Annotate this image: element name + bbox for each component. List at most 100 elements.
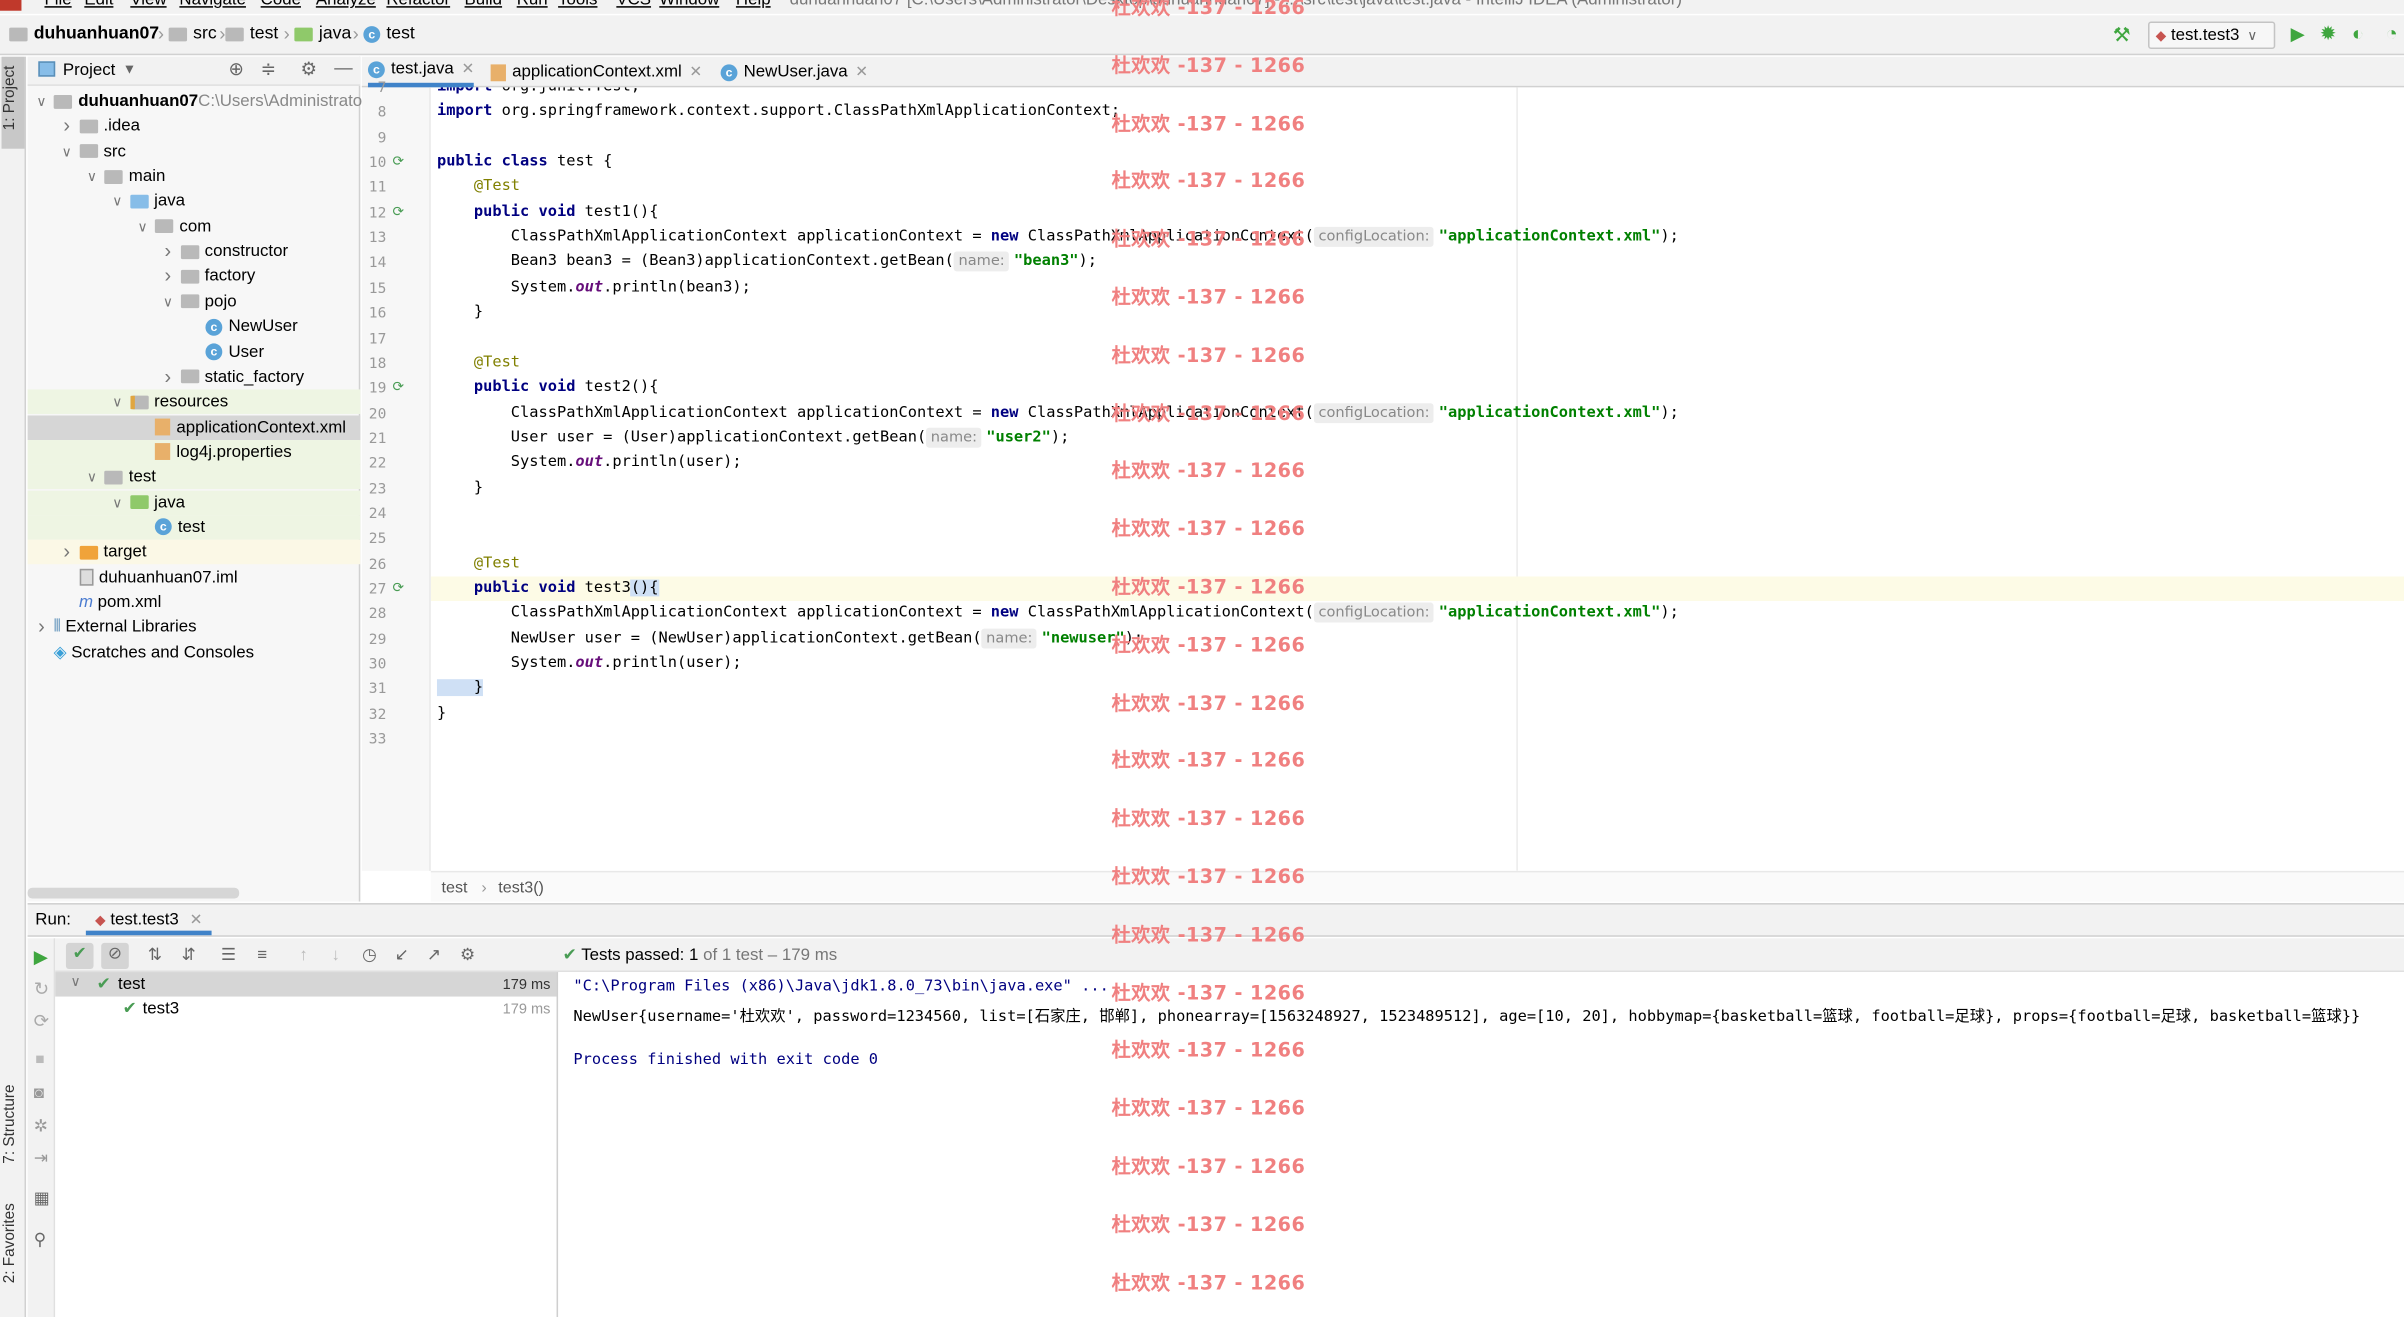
menu-refactor[interactable]: Refactor (386, 0, 450, 9)
breadcrumb-class[interactable]: c test (363, 25, 415, 43)
run-icon[interactable]: ▶ (2291, 23, 2305, 44)
menu-view[interactable]: View (130, 0, 166, 9)
run-test-gutter-icon[interactable]: ⟳ (392, 153, 410, 170)
stop-icon[interactable]: ■ (35, 1052, 44, 1069)
breadcrumb-project[interactable]: duhuanhuan07 (9, 25, 159, 43)
sort-alpha-icon[interactable]: ⇅ (144, 944, 165, 965)
test-tree-row-suite[interactable]: ∨ ✔ test 179 ms (55, 972, 557, 997)
tree-item[interactable]: ∨ java (27, 490, 361, 515)
chevron-down-icon[interactable]: ▼ (123, 61, 137, 76)
debug-bug-icon[interactable]: ✲ (34, 1116, 48, 1136)
sort-duration-icon[interactable]: ⇵ (178, 944, 199, 965)
chevron-down-icon[interactable]: ∨ (34, 89, 49, 114)
tree-item[interactable]: duhuanhuan07.iml (28, 565, 361, 590)
profile-icon[interactable]: ◔ (2386, 21, 2398, 44)
horizontal-scrollbar[interactable] (27, 887, 240, 899)
import-icon[interactable]: ↙ (391, 944, 412, 965)
chevron-right-icon[interactable]: › (160, 365, 175, 390)
chevron-down-icon[interactable]: ∨ (135, 214, 150, 239)
close-icon[interactable]: ✕ (461, 55, 474, 84)
menu-analyze[interactable]: Analyze (316, 0, 376, 9)
camera-icon[interactable]: ◙ (34, 1084, 44, 1102)
tree-item[interactable]: c test (27, 515, 361, 540)
show-passed-toggle[interactable]: ✔ (65, 942, 94, 969)
editor-crumb-method[interactable]: test3() (498, 879, 544, 897)
layout-icon[interactable]: ▦ (34, 1188, 50, 1208)
history-icon[interactable]: ◷ (359, 944, 380, 965)
pin-icon[interactable]: ⚲ (34, 1230, 46, 1249)
minimize-icon[interactable]: — (334, 57, 352, 78)
editor-crumb-class[interactable]: test (442, 879, 468, 897)
breadcrumb-test[interactable]: test (225, 25, 278, 43)
collapse-all-icon[interactable]: ≡ (251, 944, 272, 965)
chevron-down-icon[interactable]: ∨ (59, 139, 74, 164)
breadcrumb-src[interactable]: src (168, 25, 217, 43)
breadcrumb-java[interactable]: java (294, 25, 351, 43)
toggle-autotest-icon[interactable]: ⟳ (34, 1010, 49, 1031)
menu-code[interactable]: Code (261, 0, 301, 9)
close-icon[interactable]: ✕ (689, 57, 702, 86)
exit-icon[interactable]: ⇥ (34, 1148, 48, 1168)
chevron-right-icon[interactable]: › (59, 114, 74, 139)
console-output[interactable]: "C:\Program Files (x86)\Java\jdk1.8.0_73… (559, 972, 2404, 1317)
structure-tool-tab[interactable]: 7: Structure (2, 1084, 19, 1163)
menu-vcs[interactable]: VCS (616, 0, 651, 9)
chevron-down-icon[interactable]: ∨ (110, 189, 125, 214)
favorites-tool-tab[interactable]: 2: Favorites (2, 1203, 19, 1283)
export-icon[interactable]: ↗ (423, 944, 444, 965)
locate-icon[interactable]: ⊕ (228, 58, 243, 79)
tree-item[interactable]: › target (27, 540, 361, 565)
tree-item[interactable]: › .idea (28, 114, 361, 139)
tree-item[interactable]: c NewUser (28, 315, 361, 340)
tree-item[interactable]: › constructor (28, 239, 361, 264)
rerun-icon[interactable]: ▶ (34, 946, 48, 967)
coverage-icon[interactable]: ◐ (2352, 21, 2364, 44)
tree-item[interactable]: ∨ com (28, 214, 361, 239)
tree-item[interactable]: › ⫴ External Libraries (28, 615, 361, 640)
build-hammer-icon[interactable]: ⚒ (2113, 23, 2131, 48)
run-test-gutter-icon[interactable]: ⟳ (392, 379, 410, 396)
menu-help[interactable]: Help (736, 0, 771, 9)
menu-navigate[interactable]: Navigate (179, 0, 246, 9)
editor-gutter[interactable]: 7 8 9 10 ⟳ 11 12 ⟳ 13 14 15 16 17 18 19 ⟳ 20 21 22 23 24 25 26… (361, 80, 431, 871)
menu-file[interactable]: File (44, 0, 71, 9)
arrow-down-icon[interactable]: ↓ (325, 944, 346, 965)
chevron-down-icon[interactable]: ∨ (160, 289, 175, 314)
arrow-up-icon[interactable]: ↑ (293, 944, 314, 965)
tree-item[interactable]: applicationContext.xml (27, 414, 361, 440)
debug-icon[interactable]: ✹ (2320, 21, 2337, 46)
gear-icon[interactable]: ⚙ (301, 58, 318, 79)
tree-item[interactable]: › factory (28, 264, 361, 289)
chevron-right-icon[interactable]: › (59, 540, 74, 565)
menu-window[interactable]: Window (659, 0, 719, 9)
run-config-select[interactable]: ◆ test.test3 ∨ (2148, 21, 2276, 50)
expand-all-icon[interactable]: ☰ (218, 944, 239, 965)
rerun-failed-icon[interactable]: ↻ (34, 978, 49, 999)
tree-item[interactable]: m pom.xml (28, 590, 361, 615)
chevron-down-icon[interactable]: ∨ (110, 390, 125, 415)
tab-newuser-java[interactable]: c NewUser.java ✕ (720, 57, 868, 88)
tree-item[interactable]: ∨ java (28, 189, 361, 214)
tree-item[interactable]: ∨ duhuanhuan07 C:\Users\Administrato (28, 89, 362, 114)
test-tree-row-test3[interactable]: ✔ test3 179 ms (55, 997, 556, 1022)
code-editor[interactable]: import org.junit.Test;import org.springf… (430, 87, 2404, 871)
tree-item[interactable]: ◈ Scratches and Consoles (28, 640, 361, 665)
tree-item[interactable]: ∨ main (28, 164, 361, 189)
menu-build[interactable]: Build (465, 0, 503, 9)
chevron-down-icon[interactable]: ∨ (84, 465, 99, 490)
menu-edit[interactable]: Edit (84, 0, 113, 9)
run-test-gutter-icon[interactable]: ⟳ (392, 204, 410, 221)
tree-item[interactable]: log4j.properties (27, 439, 361, 465)
tree-item[interactable]: ∨ pojo (28, 289, 361, 314)
show-ignored-toggle[interactable]: ⊘ (101, 942, 129, 969)
tree-item[interactable]: c User (28, 340, 361, 365)
chevron-down-icon[interactable]: ∨ (84, 164, 99, 189)
close-icon[interactable]: ✕ (855, 57, 868, 86)
run-tab[interactable]: ◆ test.test3 ✕ (85, 905, 212, 936)
tree-item[interactable]: ∨ src (28, 139, 361, 164)
gear-icon[interactable]: ⚙ (457, 944, 478, 965)
tree-item[interactable]: ∨ test (27, 464, 361, 490)
chevron-down-icon[interactable]: ∨ (110, 490, 125, 515)
tree-item[interactable]: ∨ resources (27, 389, 361, 415)
chevron-right-icon[interactable]: › (34, 615, 49, 640)
